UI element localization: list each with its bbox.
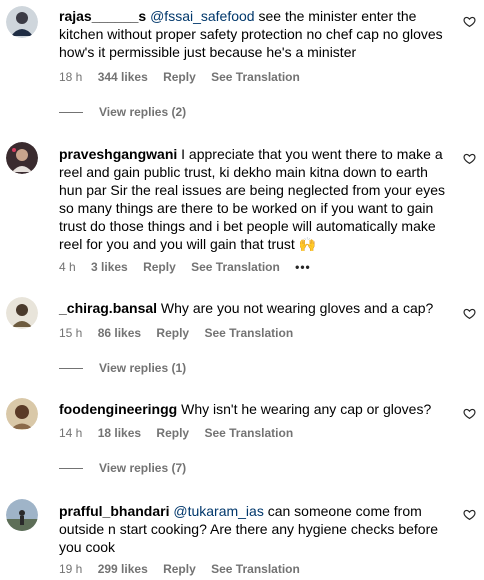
avatar[interactable] [6,297,38,329]
comment-likes[interactable]: 344 likes [98,70,148,84]
see-translation-button[interactable]: See Translation [211,562,300,576]
like-heart-icon[interactable] [463,15,476,28]
comment-body: Why are you not wearing gloves and a cap… [157,300,434,316]
see-translation-button[interactable]: See Translation [211,70,300,84]
view-replies-label: View replies (2) [99,105,187,119]
comment-meta: 19 h 299 likes Reply See Translation [59,562,312,576]
avatar[interactable] [6,142,38,174]
comment-username[interactable]: foodengineeringg [59,401,177,417]
comment-meta: 18 h 344 likes Reply See Translation [59,70,312,84]
like-heart-icon[interactable] [463,307,476,320]
comment-likes[interactable]: 299 likes [98,562,148,576]
comment-time: 4 h [59,260,76,274]
comment-mention[interactable]: @fssai_safefood [150,8,255,24]
like-heart-icon[interactable] [463,508,476,521]
reply-button[interactable]: Reply [143,260,176,274]
divider-line [59,368,83,370]
view-replies-label: View replies (7) [99,461,187,475]
comment-username[interactable]: _chirag.bansal [59,300,157,316]
comment-time: 18 h [59,70,83,84]
see-translation-button[interactable]: See Translation [204,326,293,340]
divider-line [59,468,83,470]
reply-button[interactable]: Reply [156,426,189,440]
reply-button[interactable]: Reply [156,326,189,340]
avatar[interactable] [6,6,38,38]
view-replies-button[interactable]: View replies (7) [59,461,186,475]
comment-time: 15 h [59,326,83,340]
like-heart-icon[interactable] [463,407,476,420]
like-heart-icon[interactable] [463,152,476,165]
comment-text: praveshgangwani I appreciate that you we… [59,145,451,253]
comment-meta: 14 h 18 likes Reply See Translation [59,426,305,440]
comment-username[interactable]: prafful_bhandari [59,503,169,519]
comment-time: 14 h [59,426,83,440]
comment-meta: 15 h 86 likes Reply See Translation [59,326,305,340]
comment-meta: 4 h 3 likes Reply See Translation ••• [59,260,323,274]
comment-likes[interactable]: 3 likes [91,260,128,274]
comment-mention[interactable]: @tukaram_ias [173,503,263,519]
comment-body: Why isn't he wearing any cap or gloves? [177,401,432,417]
comment-likes[interactable]: 86 likes [98,326,141,340]
view-replies-label: View replies (1) [99,361,187,375]
see-translation-button[interactable]: See Translation [191,260,280,274]
comment-text: _chirag.bansal Why are you not wearing g… [59,299,451,317]
comment-username[interactable]: praveshgangwani [59,146,177,162]
view-replies-button[interactable]: View replies (1) [59,361,186,375]
comment-text: prafful_bhandari @tukaram_ias can someon… [59,502,451,556]
reply-button[interactable]: Reply [163,70,196,84]
comment-username[interactable]: rajas______s [59,8,146,24]
comment-likes[interactable]: 18 likes [98,426,141,440]
comment-time: 19 h [59,562,83,576]
comment-text: foodengineeringg Why isn't he wearing an… [59,400,451,418]
reply-button[interactable]: Reply [163,562,196,576]
view-replies-button[interactable]: View replies (2) [59,105,186,119]
see-translation-button[interactable]: See Translation [204,426,293,440]
comment-text: rajas______s @fssai_safefood see the min… [59,7,451,61]
avatar[interactable] [6,499,38,531]
more-options-icon[interactable]: ••• [295,260,311,274]
divider-line [59,112,83,114]
avatar[interactable] [6,398,38,430]
